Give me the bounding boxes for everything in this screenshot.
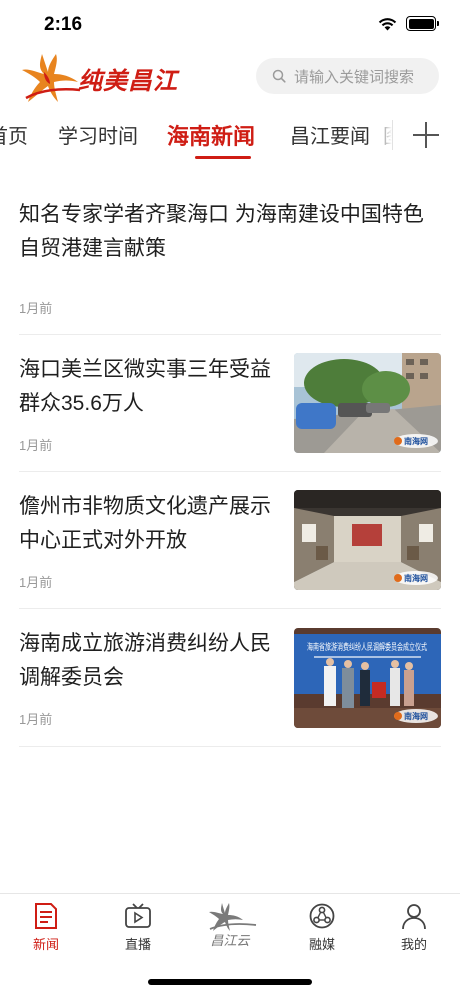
ceremony-image: 海南省旅游消费纠纷人民调解委员会成立仪式 南海网 [294,628,441,728]
active-tab-indicator [195,156,251,159]
news-title: 知名专家学者齐聚海口 为海南建设中国特色自贸港建言献策 [19,203,424,260]
news-item[interactable]: 知名专家学者齐聚海口 为海南建设中国特色自贸港建言献策 1月前 [19,164,441,335]
thumbnail-banner-text: 海南省旅游消费纠纷人民调解委员会成立仪式 [307,641,427,653]
news-item[interactable]: 儋州市非物质文化遗产展示中心正式对外开放 1月前 南海网 [19,472,441,609]
tabs-scroll-area[interactable]: 首页 学习时间 海南新闻 昌江要闻 图 [0,108,392,164]
nav-live[interactable]: 直播 [103,902,173,953]
thumbnail-watermark: 南海网 [404,711,428,721]
nav-label: 昌江云 [210,934,250,949]
nav-label: 新闻 [32,937,59,952]
user-icon [402,904,426,930]
tab-hainan-news[interactable]: 海南新闻 [167,119,255,151]
wifi-icon [378,17,397,30]
search-icon [272,69,286,83]
logo-text: 纯美昌江 [78,65,178,95]
media-hub-icon [309,903,335,929]
street-scene-image: 南海网 [294,353,441,453]
news-item[interactable]: 海南成立旅游消费纠纷人民调解委员会 1月前 海南省旅游消费纠纷人民调解委员会成立… [19,609,441,747]
status-bar: 2:16 [0,0,460,50]
news-thumbnail: 海南省旅游消费纠纷人民调解委员会成立仪式 南海网 [294,628,441,728]
news-item[interactable]: 海口美兰区微实事三年受益群众35.6万人 1月前 南海网 [19,335,441,472]
tab-home[interactable]: 首页 [0,120,28,149]
nav-label: 融媒 [308,937,335,952]
news-title: 海南成立旅游消费纠纷人民调解委员会 [19,632,271,689]
news-thumbnail: 南海网 [294,353,441,453]
nav-changjiang-cloud[interactable]: 昌江云 [195,902,265,949]
app-logo[interactable]: 纯美昌江 [20,52,178,104]
channel-tabs: 首页 学习时间 海南新闻 昌江要闻 图 [0,108,460,164]
status-icons [378,16,439,31]
news-icon [35,903,57,929]
home-indicator[interactable] [148,979,312,985]
nav-mine[interactable]: 我的 [379,902,449,953]
nav-label: 我的 [400,937,427,952]
status-time: 2:16 [44,14,83,35]
news-thumbnail: 南海网 [294,490,441,590]
nav-media[interactable]: 融媒 [287,902,357,953]
nav-label: 直播 [124,937,151,952]
news-time: 1月前 [19,575,53,590]
news-title: 儋州市非物质文化遗产展示中心正式对外开放 [19,495,271,552]
thumbnail-watermark: 南海网 [404,436,428,446]
tab-changjiang-news[interactable]: 昌江要闻 [290,120,370,149]
battery-icon [406,16,439,31]
tabs-fade [372,108,392,164]
add-channel-icon[interactable] [411,120,441,150]
exhibition-hall-image: 南海网 [294,490,441,590]
flower-logo-icon [22,54,81,102]
news-time: 1月前 [19,438,53,453]
app-header: 纯美昌江 请输入关键词搜索 [0,50,460,108]
news-title: 海口美兰区微实事三年受益群众35.6万人 [19,358,271,415]
tabs-divider [392,120,393,150]
nav-news[interactable]: 新闻 [11,902,81,953]
search-placeholder: 请输入关键词搜索 [294,68,415,86]
news-time: 1月前 [19,712,53,727]
news-time: 1月前 [19,301,53,316]
tab-study-time[interactable]: 学习时间 [58,120,138,149]
search-input[interactable]: 请输入关键词搜索 [256,58,439,94]
tv-icon [125,903,151,928]
thumbnail-watermark: 南海网 [404,573,428,583]
